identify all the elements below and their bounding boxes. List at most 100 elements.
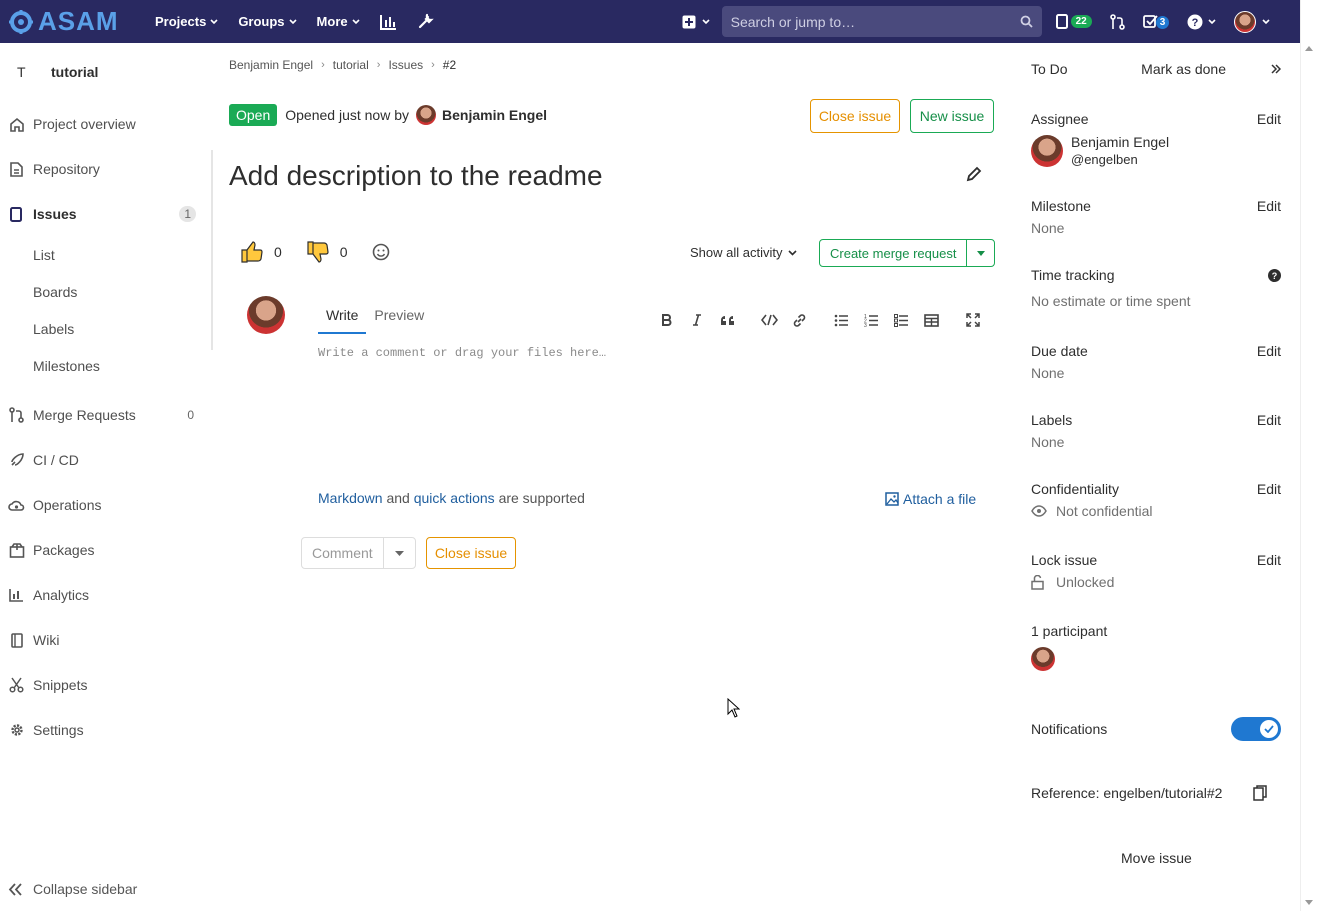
- sidebar-item-operations[interactable]: Operations: [0, 487, 212, 523]
- brand-logo[interactable]: ASAM: [8, 6, 136, 37]
- nav-more[interactable]: More: [317, 14, 360, 29]
- chart-icon: [8, 587, 25, 604]
- edit-pencil-icon[interactable]: [966, 166, 982, 182]
- sidebar-item-settings[interactable]: Settings: [0, 712, 212, 748]
- milestone-edit-link[interactable]: Edit: [1257, 198, 1281, 214]
- numbered-list-icon[interactable]: 123: [856, 311, 886, 329]
- markdown-link[interactable]: Markdown: [318, 490, 383, 506]
- lock-issue-edit-link[interactable]: Edit: [1257, 552, 1281, 568]
- sidebar-item-snippets[interactable]: Snippets: [0, 667, 212, 703]
- sidebar-item-label: Analytics: [33, 587, 90, 603]
- search-box[interactable]: [721, 6, 1042, 37]
- table-icon[interactable]: [916, 311, 946, 329]
- bold-icon[interactable]: [652, 311, 682, 329]
- thumbs-down-award[interactable]: 0: [306, 240, 348, 264]
- copy-clipboard-icon[interactable]: [1253, 785, 1267, 801]
- code-icon[interactable]: [754, 311, 784, 329]
- move-issue-button[interactable]: Move issue: [1121, 850, 1192, 866]
- notifications-row: Notifications: [1031, 717, 1281, 741]
- assignee-info[interactable]: Benjamin Engel @engelben: [1031, 133, 1169, 169]
- nav-groups[interactable]: Groups: [238, 14, 297, 29]
- project-sidebar: T tutorial Project overview Repository I…: [0, 43, 213, 911]
- thumbs-up-award[interactable]: 0: [240, 240, 282, 264]
- sidebar-item-label: Packages: [33, 542, 95, 558]
- labels-edit-link[interactable]: Edit: [1257, 412, 1281, 428]
- markdown-help-text: Markdown and quick actions are supported: [318, 490, 585, 506]
- breadcrumb-issue-number[interactable]: #2: [443, 58, 456, 72]
- quote-icon[interactable]: [712, 311, 742, 329]
- sidebar-item-merge-requests[interactable]: Merge Requests 0: [0, 397, 212, 433]
- comment-textarea[interactable]: [318, 346, 978, 476]
- fullscreen-icon[interactable]: [958, 311, 988, 329]
- author-name[interactable]: Benjamin Engel: [442, 107, 547, 123]
- thumbs-up-icon: [241, 241, 263, 263]
- link-icon[interactable]: [784, 311, 814, 329]
- gear-icon: [8, 722, 25, 739]
- mark-as-done-button[interactable]: Mark as done: [1141, 61, 1226, 77]
- sidebar-subitem-boards[interactable]: Boards: [33, 284, 77, 300]
- italic-icon[interactable]: [682, 311, 712, 329]
- breadcrumb-issues[interactable]: Issues: [388, 58, 423, 72]
- confidentiality-value: Not confidential: [1031, 503, 1153, 519]
- new-issue-button[interactable]: New issue: [910, 99, 994, 133]
- plus-square-icon: [682, 15, 696, 28]
- assignee-avatar: [1031, 135, 1063, 167]
- nav-projects[interactable]: Projects: [155, 14, 218, 29]
- sidebar-subitem-list[interactable]: List: [33, 247, 55, 263]
- sidebar-subitem-milestones[interactable]: Milestones: [33, 358, 100, 374]
- help-icon[interactable]: ?: [1268, 268, 1281, 282]
- status-badge: Open: [229, 104, 278, 126]
- sidebar-subitem-labels[interactable]: Labels: [33, 321, 74, 337]
- show-activity-label: Show all activity: [690, 245, 783, 260]
- sidebar-item-issues[interactable]: Issues 1: [0, 196, 212, 232]
- close-issue-button[interactable]: Close issue: [810, 99, 900, 133]
- close-issue-bottom-button[interactable]: Close issue: [426, 537, 516, 569]
- comment-tabs: Write Preview: [318, 307, 432, 334]
- sidebar-item-project-overview[interactable]: Project overview: [0, 106, 212, 142]
- bullet-list-icon[interactable]: [826, 311, 856, 329]
- milestone-label: Milestone: [1031, 198, 1091, 214]
- admin-wrench-icon[interactable]: [417, 13, 434, 30]
- tab-write[interactable]: Write: [318, 307, 367, 334]
- issues-count-badge: 1: [179, 206, 196, 222]
- double-chevron-right-icon[interactable]: [1271, 64, 1281, 74]
- author-avatar[interactable]: [416, 105, 436, 125]
- participant-avatar[interactable]: [1031, 647, 1055, 671]
- add-reaction-button[interactable]: [372, 243, 390, 261]
- comment-button[interactable]: Comment: [302, 538, 384, 568]
- notifications-toggle[interactable]: [1231, 717, 1281, 741]
- sidebar-item-repository[interactable]: Repository: [0, 151, 212, 187]
- breadcrumb-user[interactable]: Benjamin Engel: [229, 58, 313, 72]
- sidebar-item-analytics[interactable]: Analytics: [0, 577, 212, 613]
- due-date-edit-link[interactable]: Edit: [1257, 343, 1281, 359]
- show-activity-dropdown[interactable]: Show all activity: [690, 245, 798, 260]
- sidebar-item-cicd[interactable]: CI / CD: [0, 442, 212, 478]
- breadcrumb-project[interactable]: tutorial: [333, 58, 369, 72]
- search-input[interactable]: [730, 13, 1001, 30]
- scroll-down-arrow[interactable]: [1305, 900, 1313, 905]
- comment-split-button: Comment: [301, 537, 416, 569]
- breadcrumb-separator: ›: [376, 59, 381, 71]
- quick-actions-link[interactable]: quick actions: [414, 490, 495, 506]
- comment-type-dropdown[interactable]: [384, 538, 415, 568]
- scroll-up-arrow[interactable]: [1305, 46, 1313, 51]
- collapse-sidebar-button[interactable]: Collapse sidebar: [8, 881, 137, 897]
- create-merge-request-button[interactable]: Create merge request: [820, 240, 968, 266]
- sidebar-item-wiki[interactable]: Wiki: [0, 622, 212, 658]
- attach-file-button[interactable]: Attach a file: [885, 491, 976, 507]
- chevron-down-icon: [788, 249, 798, 256]
- activity-chart-icon[interactable]: [379, 14, 397, 30]
- award-emoji-bar: 0 0: [240, 240, 414, 264]
- sidebar-item-packages[interactable]: Packages: [0, 532, 212, 568]
- opened-by-text: Opened just now by: [285, 107, 409, 123]
- assignee-edit-link[interactable]: Edit: [1257, 111, 1281, 127]
- project-header[interactable]: T tutorial: [0, 43, 213, 101]
- current-user-avatar[interactable]: [247, 296, 285, 334]
- confidentiality-edit-link[interactable]: Edit: [1257, 481, 1281, 497]
- tab-preview[interactable]: Preview: [366, 307, 432, 334]
- create-merge-request-dropdown[interactable]: [967, 240, 994, 266]
- task-list-icon[interactable]: [886, 311, 916, 329]
- new-dropdown-button[interactable]: [682, 15, 710, 29]
- milestone-value: None: [1031, 220, 1065, 236]
- page-scrollbar[interactable]: [1300, 0, 1317, 911]
